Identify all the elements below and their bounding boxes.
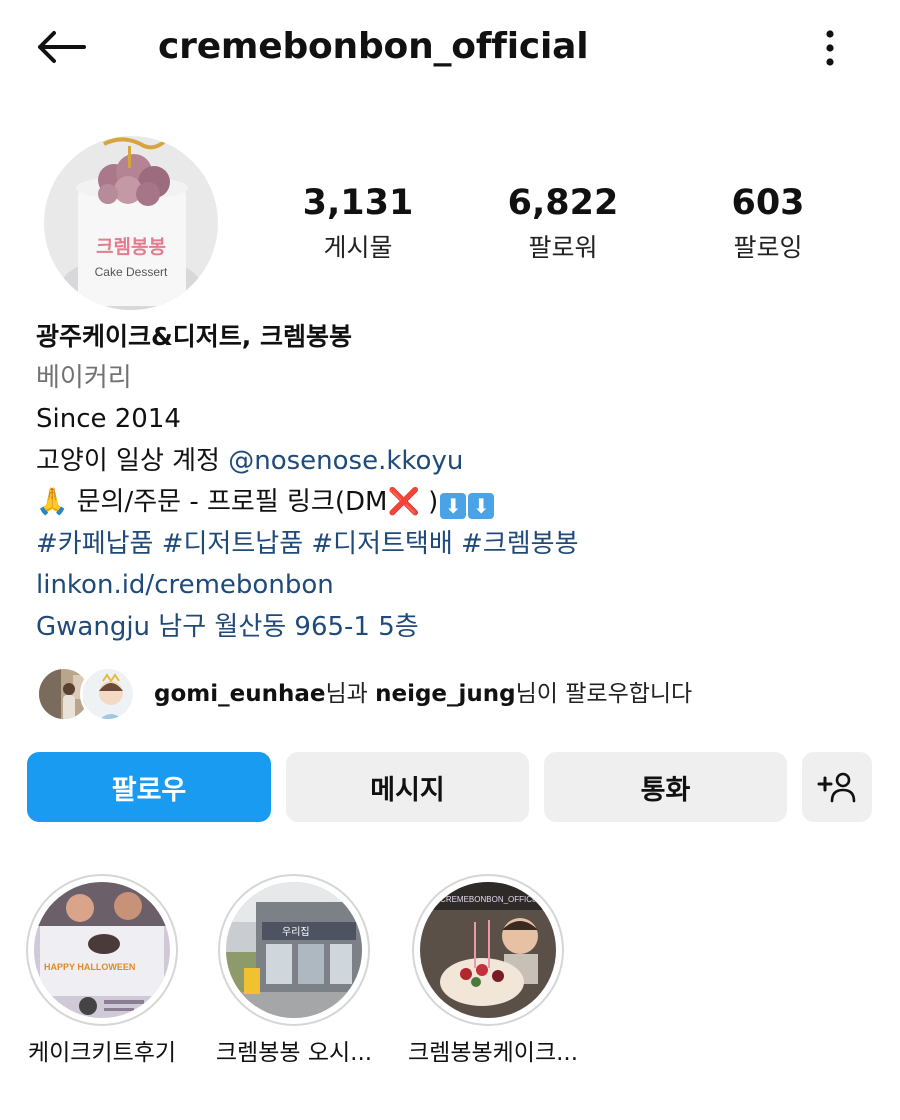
down-arrow-icon: ⬇ — [468, 493, 495, 519]
highlight-cremebonbon-cakes[interactable]: @CREMEBONBON_OFFICIAL 크렘봉봉케이크... — [408, 874, 579, 1070]
followers-label: 팔로워 — [528, 233, 598, 262]
highlight-cover-image: @CREMEBONBON_OFFICIAL — [420, 882, 556, 1018]
bio-cat-account-prefix: 고양이 일상 계정 — [36, 445, 229, 476]
arrow-left-icon — [38, 31, 86, 63]
svg-text:크렘봉봉: 크렘봉봉 — [96, 236, 166, 258]
bio-location-link[interactable]: Gwangju 남구 월산동 965-1 5층 — [36, 607, 876, 649]
highlight-ring: HAPPY HALLOWEEN — [26, 874, 178, 1026]
followers-count: 6,822 — [507, 183, 619, 223]
highlight-ring: @CREMEBONBON_OFFICIAL — [412, 874, 564, 1026]
highlight-label: 크렘봉봉케이크... — [408, 1040, 579, 1066]
highlight-cover-image: 우리집 — [226, 882, 362, 1018]
bio-since: Since 2014 — [36, 404, 181, 434]
mutual-avatar-2 — [80, 666, 136, 722]
profile-category: 베이커리 — [36, 362, 132, 393]
cat-account-mention-link[interactable]: @nosenose.kkoyu — [228, 446, 463, 476]
message-button[interactable]: 메시지 — [286, 752, 529, 822]
highlight-ring: 우리집 — [218, 874, 370, 1026]
down-arrow-icon: ⬇ — [440, 493, 467, 519]
profile-username: cremebonbon_official — [158, 26, 589, 67]
highlight-label: 크렘봉봉 오시... — [215, 1040, 373, 1066]
more-vertical-icon — [826, 30, 834, 66]
more-options-button[interactable] — [806, 24, 854, 72]
bio-cat-account-line: 고양이 일상 계정 @nosenose.kkoyu — [36, 441, 876, 483]
following-label: 팔로잉 — [733, 233, 803, 262]
highlight-label: 케이크키트후기 — [27, 1040, 177, 1066]
svg-text:@CREMEBONBON_OFFICIAL: @CREMEBONBON_OFFICIAL — [432, 895, 545, 904]
profile-display-name: 광주케이크&디저트, 크렘봉봉 — [36, 322, 353, 351]
bio-website-link[interactable]: linkon.id/cremebonbon — [36, 565, 876, 607]
followers-stat[interactable]: 6,822 팔로워 — [463, 180, 663, 266]
cross-mark-icon: ❌ — [387, 487, 420, 517]
bio-hashtags[interactable]: #카페납품 #디저트납품 #디저트택배 #크렘봉봉 — [36, 524, 876, 566]
call-button[interactable]: 통화 — [544, 752, 787, 822]
svg-text:Cake Dessert: Cake Dessert — [95, 265, 168, 279]
mutual-suffix: 님이 팔로우합니다 — [515, 681, 693, 707]
posts-stat[interactable]: 3,131 게시물 — [258, 180, 458, 266]
highlight-how-to-visit[interactable]: 우리집 크렘봉봉 오시... — [214, 874, 374, 1070]
mutual-followers[interactable]: gomi_eunhae님과 neige_jung님이 팔로우합니다 — [36, 664, 876, 724]
svg-text:우리집: 우리집 — [282, 926, 310, 938]
top-bar: cremebonbon_official — [0, 0, 900, 96]
avatar-image: 크렘봉봉 Cake Dessert — [44, 136, 218, 310]
posts-label: 게시물 — [323, 233, 393, 262]
add-person-icon — [817, 772, 856, 803]
posts-count: 3,131 — [302, 183, 414, 223]
mutual-user-2: neige_jung — [375, 681, 516, 707]
mutual-followers-text: gomi_eunhae님과 neige_jung님이 팔로우합니다 — [154, 678, 692, 710]
follow-button[interactable]: 팔로우 — [27, 752, 271, 822]
profile-avatar[interactable]: 크렘봉봉 Cake Dessert — [44, 136, 218, 310]
following-stat[interactable]: 603 팔로잉 — [668, 180, 868, 266]
suggested-accounts-button[interactable] — [802, 752, 872, 822]
mutual-user-1: gomi_eunhae — [154, 681, 326, 707]
back-button[interactable] — [30, 22, 92, 72]
bio-inquiry-suffix: ) — [419, 487, 439, 517]
bio-inquiry-prefix: 🙏 문의/주문 - 프로필 링크(DM — [36, 487, 388, 517]
profile-bio: 광주케이크&디저트, 크렘봉봉 베이커리 Since 2014 고양이 일상 계… — [36, 316, 876, 648]
following-count: 603 — [731, 183, 805, 223]
highlight-cake-kit-reviews[interactable]: HAPPY HALLOWEEN 케이크키트후기 — [22, 874, 182, 1070]
bio-inquiry-line: 🙏 문의/주문 - 프로필 링크(DM❌ ) ⬇ ⬇ — [36, 482, 876, 524]
svg-text:HAPPY HALLOWEEN: HAPPY HALLOWEEN — [44, 962, 135, 972]
highlight-cover-image: HAPPY HALLOWEEN — [34, 882, 170, 1018]
mutual-connector: 님과 — [325, 681, 376, 707]
